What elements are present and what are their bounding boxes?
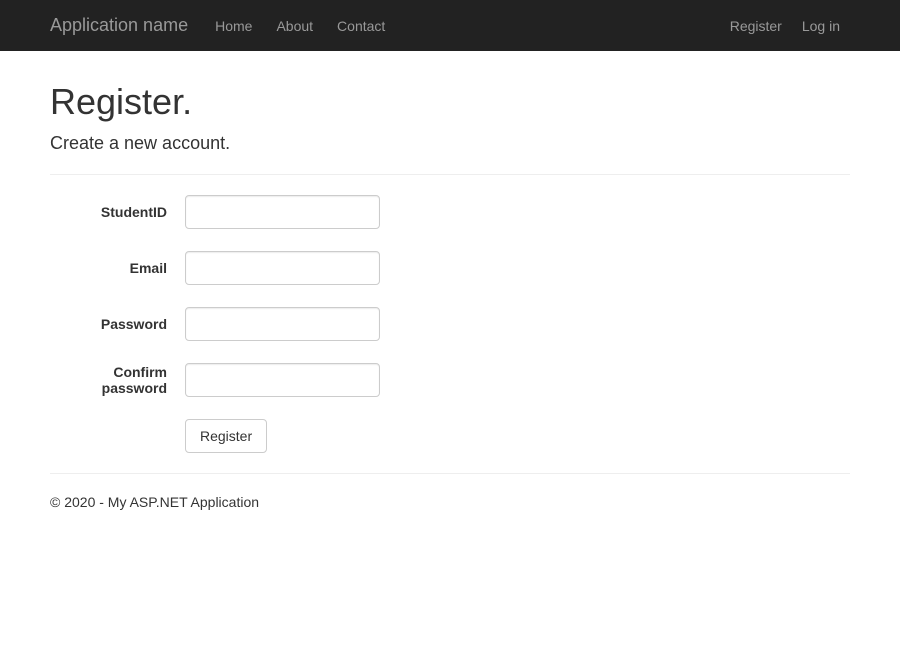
divider-top bbox=[50, 174, 850, 175]
divider-bottom bbox=[50, 473, 850, 474]
form-group-studentid: StudentID bbox=[50, 195, 850, 229]
page-title: Register. bbox=[50, 81, 850, 123]
form-group-password: Password bbox=[50, 307, 850, 341]
register-form: StudentID Email Password Confirm passwor… bbox=[50, 195, 850, 453]
navbar: Application name Home About Contact Regi… bbox=[0, 0, 900, 51]
form-group-confirm: Confirm password bbox=[50, 363, 850, 397]
brand-link[interactable]: Application name bbox=[50, 0, 203, 51]
password-input[interactable] bbox=[185, 307, 380, 341]
password-label: Password bbox=[50, 316, 185, 332]
nav-home[interactable]: Home bbox=[203, 3, 264, 49]
nav-register[interactable]: Register bbox=[720, 3, 792, 49]
footer-text: © 2020 - My ASP.NET Application bbox=[50, 494, 850, 510]
email-input[interactable] bbox=[185, 251, 380, 285]
nav-contact[interactable]: Contact bbox=[325, 3, 397, 49]
page-subtitle: Create a new account. bbox=[50, 133, 850, 154]
studentid-label: StudentID bbox=[50, 204, 185, 220]
nav-about[interactable]: About bbox=[264, 3, 325, 49]
studentid-input[interactable] bbox=[185, 195, 380, 229]
register-button[interactable]: Register bbox=[185, 419, 267, 453]
confirm-input[interactable] bbox=[185, 363, 380, 397]
email-label: Email bbox=[50, 260, 185, 276]
footer: © 2020 - My ASP.NET Application bbox=[50, 494, 850, 510]
confirm-label: Confirm password bbox=[50, 364, 185, 396]
nav-login[interactable]: Log in bbox=[792, 3, 850, 49]
form-group-email: Email bbox=[50, 251, 850, 285]
